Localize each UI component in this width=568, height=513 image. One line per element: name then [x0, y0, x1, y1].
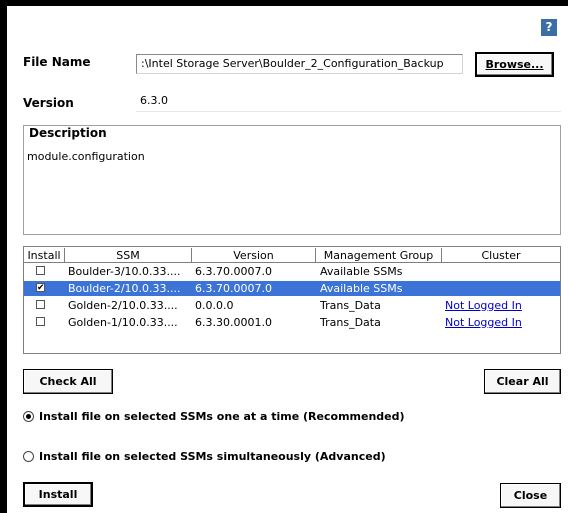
- version-cell: 0.0.0.0: [195, 299, 234, 312]
- ssm-cell: Golden-2/10.0.33....: [68, 299, 178, 312]
- window-frame-left: [0, 0, 7, 513]
- file-name-field[interactable]: :\Intel Storage Server\Boulder_2_Configu…: [136, 54, 463, 74]
- install-button[interactable]: Install: [23, 482, 93, 507]
- group-cell: Available SSMs: [320, 282, 403, 295]
- radio-simultaneously[interactable]: [23, 451, 34, 462]
- group-cell: Available SSMs: [320, 265, 403, 278]
- browse-button-label: Browse...: [485, 58, 544, 71]
- ssm-cell: Golden-1/10.0.33....: [68, 316, 178, 329]
- column-header-install[interactable]: Install: [24, 248, 65, 263]
- install-checkbox[interactable]: [36, 300, 45, 309]
- table-row[interactable]: Boulder-3/10.0.33.... 6.3.70.0007.0 Avai…: [24, 264, 560, 279]
- ssm-cell: Boulder-3/10.0.33....: [68, 265, 181, 278]
- file-name-label: File Name: [23, 55, 91, 69]
- version-cell: 6.3.70.0007.0: [195, 265, 272, 278]
- radio-simultaneously-label[interactable]: Install file on selected SSMs simultaneo…: [39, 450, 386, 463]
- description-text: module.configuration: [27, 150, 145, 163]
- version-cell: 6.3.30.0001.0: [195, 316, 272, 329]
- close-button[interactable]: Close: [500, 483, 561, 508]
- group-cell: Trans_Data: [320, 316, 381, 329]
- column-header-ssm[interactable]: SSM: [65, 248, 192, 263]
- column-header-version[interactable]: Version: [192, 248, 316, 263]
- help-icon[interactable]: ?: [541, 19, 557, 36]
- install-checkbox[interactable]: [36, 266, 45, 275]
- description-group: [23, 125, 561, 235]
- description-title: Description: [27, 126, 109, 140]
- group-cell: Trans_Data: [320, 299, 381, 312]
- browse-button[interactable]: Browse...: [475, 52, 554, 77]
- cluster-link[interactable]: Not Logged In: [445, 298, 522, 313]
- clear-all-button[interactable]: Clear All: [484, 369, 561, 394]
- ssm-cell: Boulder-2/10.0.33....: [68, 282, 181, 295]
- table-row[interactable]: Golden-1/10.0.33.... 6.3.30.0001.0 Trans…: [24, 315, 560, 330]
- version-label: Version: [23, 96, 74, 110]
- version-field: 6.3.0: [136, 92, 561, 112]
- cluster-link[interactable]: Not Logged In: [445, 315, 522, 330]
- table-row-selected[interactable]: ✔ Boulder-2/10.0.33.... 6.3.70.0007.0 Av…: [24, 281, 560, 296]
- install-checkbox-checked[interactable]: ✔: [36, 283, 45, 293]
- install-checkbox[interactable]: [36, 317, 45, 326]
- check-all-button[interactable]: Check All: [23, 369, 113, 394]
- table-row[interactable]: Golden-2/10.0.33.... 0.0.0.0 Trans_Data …: [24, 298, 560, 313]
- radio-one-at-a-time-label[interactable]: Install file on selected SSMs one at a t…: [39, 410, 405, 423]
- column-header-management-group[interactable]: Management Group: [316, 248, 442, 263]
- radio-one-at-a-time[interactable]: [23, 411, 34, 422]
- version-cell: 6.3.70.0007.0: [195, 282, 272, 295]
- column-header-cluster[interactable]: Cluster: [442, 248, 560, 263]
